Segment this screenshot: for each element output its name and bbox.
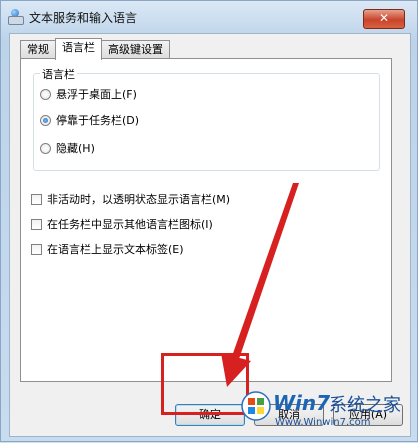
watermark: Win7 系统之家 Www.Winwin7.com: [241, 387, 417, 441]
tab-language-bar[interactable]: 语言栏: [55, 38, 102, 60]
watermark-brand: Win7: [273, 391, 331, 415]
dialog-window: 文本服务和输入语言 ✕ 常规 语言栏 高级键设置 语言栏 悬浮于桌面上(F) 停…: [0, 0, 418, 442]
watermark-url: Www.Winwin7.com: [275, 417, 371, 428]
watermark-title: 系统之家: [329, 395, 401, 416]
annotation-arrow-icon: [221, 183, 299, 387]
windows-logo-icon: [241, 391, 271, 421]
